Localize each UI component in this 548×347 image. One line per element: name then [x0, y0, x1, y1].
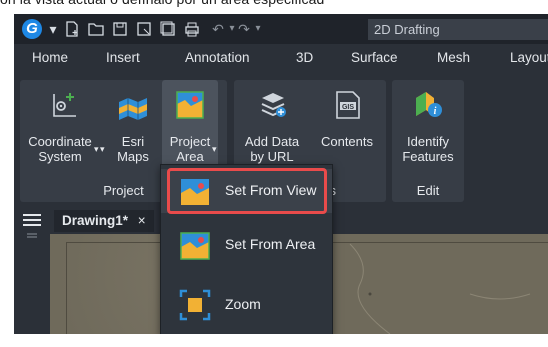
add-data-by-url-button[interactable]: Add Data by URL [238, 90, 306, 170]
identify-features-icon: i [416, 92, 442, 117]
esri-maps-label-1: Esri [121, 134, 145, 149]
new-icon[interactable] [64, 21, 80, 37]
redo-dropdown-icon[interactable]: ▾ [250, 21, 266, 37]
tab-surface[interactable]: Surface [351, 50, 398, 65]
project-area-label-1: Project [169, 134, 211, 149]
save-icon[interactable] [112, 21, 128, 37]
menu-item-label: Zoom [225, 296, 261, 312]
background-page-text: on la vista actual o defínalo por un áre… [0, 0, 548, 13]
set-from-area-icon [180, 232, 210, 260]
selection-highlight-outline [167, 168, 327, 214]
ribbon-tabs: Home Insert Annotation 3D Surface Mesh L… [14, 44, 548, 72]
drawing-tab-label: Drawing1* [62, 213, 129, 228]
drawing-tab[interactable]: Drawing1* × [54, 210, 154, 232]
coordinate-system-button[interactable]: Coordinate System ▾ [22, 90, 99, 170]
coordinate-system-label-1: Coordinate [28, 134, 92, 149]
application-window: G ▾ ↶ ▾ ↷ ▾ 2D Drafting Home Insert Anno… [14, 14, 548, 334]
tab-layout[interactable]: Layout [510, 50, 548, 65]
identify-label-2: Features [402, 149, 454, 164]
close-tab-icon[interactable]: × [138, 213, 146, 228]
zoom-icon [179, 289, 211, 321]
gis-contents-icon: GIS [336, 91, 360, 119]
app-logo[interactable]: G [22, 19, 42, 39]
tab-mesh[interactable]: Mesh [437, 50, 470, 65]
tab-3d[interactable]: 3D [296, 50, 313, 65]
menu-item-zoom[interactable]: Zoom [161, 283, 332, 327]
small-menu-icon[interactable] [27, 232, 37, 240]
svg-text:i: i [434, 106, 437, 117]
tab-annotation[interactable]: Annotation [185, 50, 250, 65]
save-all-icon[interactable] [160, 21, 176, 37]
esri-maps-button[interactable]: Esri Maps ▾ [100, 90, 156, 170]
esri-maps-icon [119, 98, 147, 120]
add-data-label-2: by URL [250, 149, 294, 164]
tab-home[interactable]: Home [32, 50, 68, 65]
group-label-edit: Edit [416, 183, 440, 198]
menu-item-label: Set From Area [225, 236, 316, 252]
svg-text:GIS: GIS [342, 104, 354, 111]
project-area-icon [176, 91, 204, 119]
coordinate-system-icon [53, 93, 76, 117]
contents-button[interactable]: GIS Contents [314, 90, 380, 170]
print-icon[interactable] [184, 21, 200, 37]
menu-icon[interactable] [22, 212, 42, 228]
save-as-icon[interactable] [136, 21, 152, 37]
open-icon[interactable] [88, 21, 104, 37]
project-area-button[interactable]: Project Area ▾ [162, 90, 218, 170]
project-area-dropdown-icon: ▾ [212, 144, 217, 154]
project-area-dropdown-menu: Set From View Set From Area Zoom [160, 164, 333, 334]
identify-label-1: Identify [407, 134, 449, 149]
quick-access-toolbar: G ▾ ↶ ▾ ↷ ▾ 2D Drafting [14, 14, 548, 44]
workspace-selector[interactable]: 2D Drafting [368, 19, 548, 40]
tab-insert[interactable]: Insert [106, 50, 140, 65]
add-data-url-icon [261, 93, 286, 117]
esri-maps-label-2: Maps [117, 149, 149, 164]
coordinate-system-dropdown-icon: ▾ [94, 144, 99, 154]
project-area-label-2: Area [176, 149, 204, 164]
drawing-sidebar [14, 214, 50, 334]
coordinate-system-label-2: System [38, 149, 82, 164]
add-data-label-1: Add Data [244, 134, 300, 149]
logo-dropdown-icon[interactable]: ▾ [45, 21, 61, 37]
contents-label: Contents [320, 134, 374, 149]
identify-features-button[interactable]: i Identify Features [394, 90, 462, 170]
esri-maps-dropdown-icon: ▾ [100, 144, 105, 154]
menu-item-set-from-area[interactable]: Set From Area [161, 223, 332, 267]
